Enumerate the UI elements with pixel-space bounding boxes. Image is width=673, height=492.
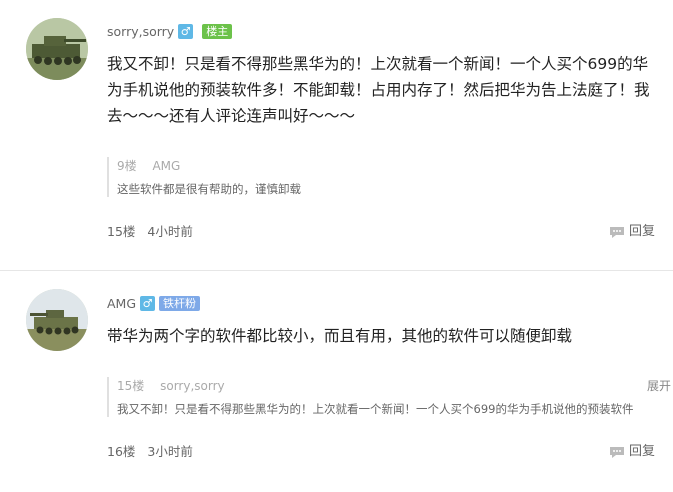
quote-author[interactable]: AMG [152,159,180,173]
reply-label: 回复 [628,444,655,459]
male-icon: ♂ [178,23,194,39]
comment-meta: 16楼 3小时前 [107,443,193,461]
quoted-reply[interactable]: 15楼 sorry,sorry 展开 我又不卸！只是看不得那些黑华为的！上次就看… [107,377,671,417]
avatar[interactable] [26,18,88,80]
comment-meta: 15楼 4小时前 [107,223,193,241]
user-info: sorry,sorry ♂ 楼主 [107,22,233,40]
quote-floor: 15楼 [117,379,145,393]
comment-item: sorry,sorry ♂ 楼主 我又不卸！只是看不得那些黑华为的！上次就看一个… [0,0,673,270]
reply-button[interactable]: 回复 [609,223,655,241]
username[interactable]: AMG [107,296,136,311]
quote-author[interactable]: sorry,sorry [160,379,225,393]
quoted-reply[interactable]: 9楼 AMG 这些软件都是很有帮助的，谨慎卸载 [107,157,663,197]
quote-text: 我又不卸！只是看不得那些黑华为的！上次就看一个新闻！一个人买个699的华为手机说… [117,402,634,416]
comment-bubble-icon [609,446,624,458]
comment-text: 我又不卸！只是看不得那些黑华为的！上次就看一个新闻！一个人买个699的华为手机说… [107,55,650,125]
floor-number: 16楼 [107,444,136,459]
expand-link[interactable]: 展开 [647,377,671,395]
comment-item: AMG ♂ 铁杆粉 带华为两个字的软件都比较小，而且有用，其他的软件可以随便卸载… [0,271,673,492]
username[interactable]: sorry,sorry [107,24,174,39]
floor-number: 15楼 [107,224,136,239]
quote-floor: 9楼 [117,159,137,173]
timestamp: 3小时前 [147,444,193,459]
user-info: AMG ♂ 铁杆粉 [107,294,201,312]
quote-text: 这些软件都是很有帮助的，谨慎卸载 [117,182,301,196]
avatar[interactable] [26,289,88,351]
comment-text: 带华为两个字的软件都比较小，而且有用，其他的软件可以随便卸载 [107,327,573,345]
reply-label: 回复 [628,224,655,239]
status-badge: 楼主 [202,23,233,39]
comment-bubble-icon [609,226,624,238]
timestamp: 4小时前 [147,224,193,239]
status-badge: 铁杆粉 [159,295,201,311]
male-icon: ♂ [140,295,156,311]
reply-button[interactable]: 回复 [609,443,655,461]
